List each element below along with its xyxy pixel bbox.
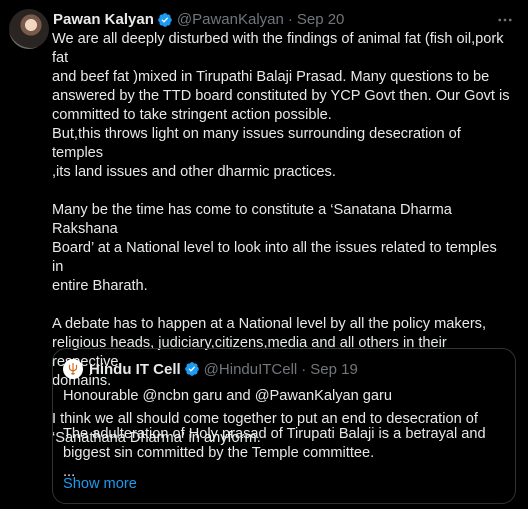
tweet-line: We are all deeply disturbed with the fin… <box>52 31 504 66</box>
tweet-line: ,its land issues and other dharmic pract… <box>52 164 336 180</box>
tweet-line: entire Bharath. <box>52 278 148 294</box>
more-options-button[interactable] <box>494 10 516 30</box>
quoted-tweet[interactable]: Hindu IT Cell @HinduITCell · Sep 19 Hono… <box>52 348 516 504</box>
quote-line: biggest sin committed by the Temple comm… <box>63 445 375 461</box>
quote-line: Honourable @ncbn garu and @PawanKalyan g… <box>63 388 393 404</box>
tweet-date[interactable]: Sep 20 <box>297 10 345 30</box>
tweet-line: answered by the TTD board constituted by… <box>52 88 510 104</box>
tweet-line: A debate has to happen at a National lev… <box>52 316 487 332</box>
tweet-line: and beef fat )mixed in Tirupathi Balaji … <box>52 69 490 85</box>
quote-author-handle[interactable]: @HinduITCell <box>204 361 298 378</box>
tweet-line: Board’ at a National level to look into … <box>52 240 497 275</box>
author-avatar[interactable] <box>9 9 49 49</box>
quoted-tweet-text: Honourable @ncbn garu and @PawanKalyan g… <box>63 387 503 482</box>
verified-badge-icon <box>158 13 172 27</box>
quote-author-name[interactable]: Hindu IT Cell <box>89 361 181 378</box>
quote-date[interactable]: Sep 19 <box>310 361 358 378</box>
show-more-link[interactable]: Show more <box>63 475 137 494</box>
verified-badge-icon <box>184 362 199 376</box>
more-options-icon <box>498 18 512 22</box>
trident-logo-icon <box>68 363 78 375</box>
separator-dot: · <box>301 360 307 378</box>
author-handle[interactable]: @PawanKalyan <box>177 10 284 30</box>
tweet-line: But,this throws light on many issues sur… <box>52 126 461 161</box>
separator-dot: · <box>287 11 293 28</box>
tweet-line: Many be the time has come to constitute … <box>52 202 452 237</box>
quote-line: The adulteration of Holy prasad of Tirup… <box>63 426 486 442</box>
quoted-tweet-header: Hindu IT Cell @HinduITCell · Sep 19 <box>63 359 358 379</box>
author-name[interactable]: Pawan Kalyan <box>53 10 154 30</box>
quote-author-avatar[interactable] <box>63 359 83 379</box>
tweet-header: Pawan Kalyan @PawanKalyan · Sep 20 <box>53 10 516 30</box>
tweet-line: committed to take stringent action possi… <box>52 107 332 123</box>
tweet[interactable]: Pawan Kalyan @PawanKalyan · Sep 20 We ar… <box>0 0 528 509</box>
